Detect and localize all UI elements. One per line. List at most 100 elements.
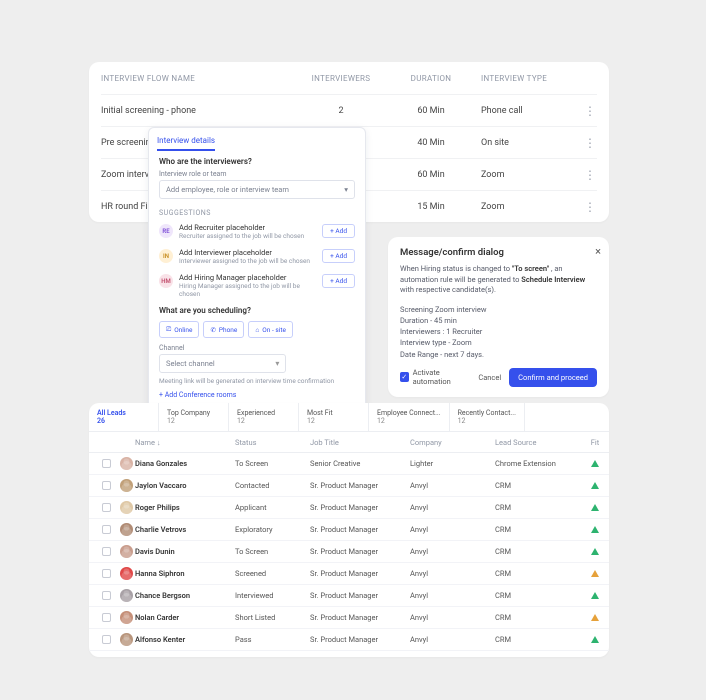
channel-label: Channel	[159, 344, 355, 352]
lead-row[interactable]: Nolan Carder Short Listed Sr. Product Ma…	[89, 607, 609, 629]
kebab-icon[interactable]: ⋮	[581, 105, 599, 117]
kebab-icon[interactable]: ⋮	[581, 169, 599, 181]
row-checkbox[interactable]	[102, 569, 111, 578]
lead-status: Screened	[235, 569, 310, 578]
filter-chip[interactable]: Most Fit12	[299, 403, 369, 431]
row-checkbox[interactable]	[102, 503, 111, 512]
fit-icon	[591, 592, 599, 599]
meeting-link-note: Meeting link will be generated on interv…	[159, 377, 355, 385]
lead-row[interactable]: Charlie Vetrovs Exploratory Sr. Product …	[89, 519, 609, 541]
col-source[interactable]: Lead Source	[495, 438, 585, 447]
lead-name: Hanna Siphron	[135, 569, 235, 578]
dialog-title: Message/confirm dialog	[400, 247, 597, 258]
confirm-button[interactable]: Confirm and proceed	[509, 368, 597, 387]
chip-count: 12	[237, 417, 290, 425]
lead-status: To Screen	[235, 459, 310, 468]
cancel-button[interactable]: Cancel	[478, 373, 501, 382]
lead-name: Nolan Carder	[135, 613, 235, 622]
schedule-option[interactable]: ✆Phone	[203, 321, 244, 338]
suggestion-title: Add Hiring Manager placeholder	[179, 273, 316, 282]
option-label: On - site	[262, 326, 286, 334]
col-job[interactable]: Job Title	[310, 438, 410, 447]
lead-job: Sr. Product Manager	[310, 481, 410, 490]
option-icon: ⌂	[255, 326, 259, 334]
schedule-option[interactable]: ⌂On - site	[248, 321, 293, 338]
add-placeholder-button[interactable]: + Add	[322, 249, 355, 263]
lead-job: Sr. Product Manager	[310, 503, 410, 512]
lead-row[interactable]: Jaylon Vaccaro Contacted Sr. Product Man…	[89, 475, 609, 497]
flow-duration: 40 Min	[381, 138, 481, 148]
tab-interview-details[interactable]: Interview details	[157, 134, 215, 151]
filter-chip[interactable]: All Leads26	[89, 403, 159, 431]
row-checkbox[interactable]	[102, 635, 111, 644]
col-fit[interactable]: Fit	[591, 438, 599, 447]
row-checkbox[interactable]	[102, 459, 111, 468]
fit-icon	[591, 614, 599, 621]
lead-name: Charlie Vetrovs	[135, 525, 235, 534]
chip-title: Most Fit	[307, 409, 360, 417]
lead-row[interactable]: Alfonso Kenter Pass Sr. Product Manager …	[89, 629, 609, 651]
lead-name: Chance Bergson	[135, 591, 235, 600]
chip-count: 26	[97, 417, 150, 425]
row-checkbox[interactable]	[102, 481, 111, 490]
add-placeholder-button[interactable]: + Add	[322, 224, 355, 238]
interviewers-input[interactable]: Add employee, role or interview team ▾	[159, 180, 355, 199]
row-checkbox[interactable]	[102, 547, 111, 556]
lead-company: Anvyl	[410, 481, 495, 490]
dialog-meta-line: Date Range - next 7 days.	[400, 349, 597, 360]
chip-count: 12	[458, 417, 516, 425]
dialog-meta-line: Screening Zoom interview	[400, 304, 597, 315]
chip-count: 12	[167, 417, 220, 425]
lead-row[interactable]: Davis Dunin To Screen Sr. Product Manage…	[89, 541, 609, 563]
interview-details-popover: Interview details Who are the interviewe…	[148, 127, 366, 410]
filter-chip[interactable]: Recently Contact...12	[450, 403, 525, 431]
flow-name: Initial screening - phone	[101, 106, 301, 116]
channel-select[interactable]: Select channel ▾	[159, 354, 286, 373]
add-placeholder-button[interactable]: + Add	[322, 274, 355, 288]
avatar	[120, 611, 133, 624]
kebab-icon[interactable]: ⋮	[581, 137, 599, 149]
lead-row[interactable]: Diana Gonzales To Screen Senior Creative…	[89, 453, 609, 475]
filter-chip[interactable]: Employee Connect...12	[369, 403, 450, 431]
flow-duration: 60 Min	[381, 106, 481, 116]
suggestion-desc: Recruiter assigned to the job will be ch…	[179, 232, 316, 240]
avatar	[120, 589, 133, 602]
lead-status: Contacted	[235, 481, 310, 490]
col-company[interactable]: Company	[410, 438, 495, 447]
chevron-down-icon: ▾	[275, 359, 279, 368]
row-checkbox[interactable]	[102, 525, 111, 534]
schedule-option[interactable]: ⎚Online	[159, 321, 199, 338]
lead-status: Pass	[235, 635, 310, 644]
suggestion-title: Add Recruiter placeholder	[179, 223, 316, 232]
lead-row[interactable]: Chance Bergson Interviewed Sr. Product M…	[89, 585, 609, 607]
leads-header-row: Name ↓ Status Job Title Company Lead Sou…	[89, 431, 609, 453]
check-icon: ✓	[400, 372, 409, 382]
chip-title: Experienced	[237, 409, 290, 417]
dialog-meta-line: Interview type - Zoom	[400, 337, 597, 348]
flow-duration: 15 Min	[381, 202, 481, 212]
col-name[interactable]: Name ↓	[135, 438, 235, 447]
flow-row[interactable]: Initial screening - phone 2 60 Min Phone…	[101, 94, 597, 126]
lead-source: CRM	[495, 503, 585, 512]
close-icon[interactable]: ×	[595, 245, 601, 258]
activate-automation-checkbox[interactable]: ✓ Activate automation	[400, 368, 470, 386]
kebab-icon[interactable]: ⋮	[581, 201, 599, 213]
lead-status: To Screen	[235, 547, 310, 556]
placeholder-badge: HM	[159, 274, 173, 288]
lead-status: Short Listed	[235, 613, 310, 622]
lead-row[interactable]: Roger Philips Applicant Sr. Product Mana…	[89, 497, 609, 519]
row-checkbox[interactable]	[102, 591, 111, 600]
row-checkbox[interactable]	[102, 613, 111, 622]
col-status[interactable]: Status	[235, 438, 310, 447]
lead-source: Chrome Extension	[495, 459, 585, 468]
channel-placeholder: Select channel	[166, 359, 215, 368]
filter-chip[interactable]: Top Company12	[159, 403, 229, 431]
lead-row[interactable]: Hanna Siphron Screened Sr. Product Manag…	[89, 563, 609, 585]
add-conference-rooms-link[interactable]: + Add Conference rooms	[159, 391, 355, 399]
interviewers-heading: Who are the interviewers?	[159, 157, 355, 166]
placeholder-badge: RE	[159, 224, 173, 238]
lead-company: Anvyl	[410, 591, 495, 600]
filter-chip[interactable]: Experienced12	[229, 403, 299, 431]
flow-type: On site	[481, 138, 581, 148]
suggestions-label: SUGGESTIONS	[159, 209, 355, 217]
